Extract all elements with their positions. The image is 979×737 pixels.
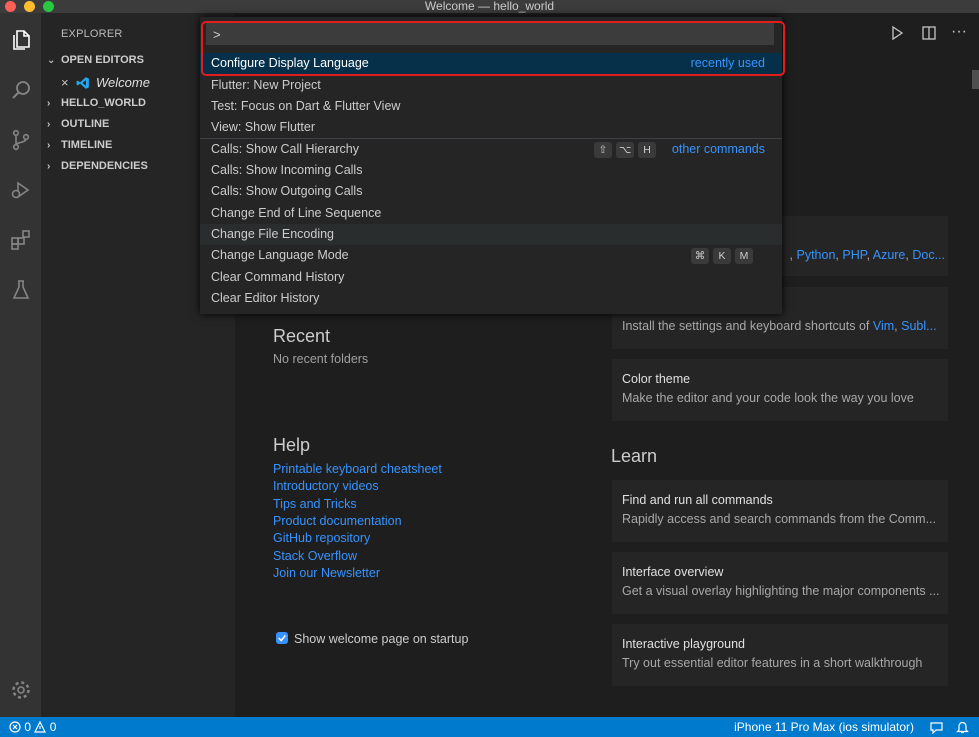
card-title: Interactive playground <box>622 637 745 651</box>
zoom-window-button[interactable] <box>43 1 54 12</box>
link-newsletter[interactable]: Join our Newsletter <box>273 566 380 580</box>
sidebar-title: EXPLORER <box>61 28 123 40</box>
chevron-right-icon: › <box>47 119 51 130</box>
link-azure[interactable]: Azure <box>873 248 906 262</box>
help-heading: Help <box>273 435 311 455</box>
testing-flask-icon[interactable] <box>0 270 41 310</box>
run-icon[interactable] <box>889 25 905 41</box>
color-theme-title: Color theme <box>622 372 691 386</box>
card-find-commands[interactable]: Find and run all commands Rapidly access… <box>612 480 948 542</box>
source-control-icon[interactable] <box>0 120 41 160</box>
card-interface-overview[interactable]: Interface overview Get a visual overlay … <box>612 552 948 614</box>
learn-heading: Learn <box>611 446 658 466</box>
startup-checkbox[interactable] <box>276 632 288 644</box>
palette-item[interactable]: Change Language Mode ⌘ K M <box>200 245 782 266</box>
palette-item[interactable]: View: Show Flutter <box>200 117 782 138</box>
minimize-window-button[interactable] <box>24 1 35 12</box>
run-debug-icon[interactable] <box>0 170 41 210</box>
chevron-right-icon: › <box>47 140 51 151</box>
link-sublime[interactable]: Subl... <box>901 319 936 333</box>
status-bar: 0 0 iPhone 11 Pro Max (ios simulator) <box>0 717 979 737</box>
card-desc: Get a visual overlay highlighting the ma… <box>622 584 940 598</box>
feedback-icon[interactable] <box>930 721 943 734</box>
palette-item[interactable]: Calls: Show Incoming Calls <box>200 160 782 181</box>
color-theme-desc: Make the editor and your code look the w… <box>622 391 914 405</box>
split-editor-icon[interactable] <box>921 25 937 41</box>
extensions-icon[interactable] <box>0 220 41 260</box>
device-selector[interactable]: iPhone 11 Pro Max (ios simulator) <box>734 717 914 737</box>
link-introductory-videos[interactable]: Introductory videos <box>273 479 379 493</box>
palette-item[interactable]: Test: Focus on Dart & Flutter View <box>200 96 782 117</box>
manage-gear-icon[interactable] <box>0 670 41 710</box>
chevron-down-icon: ⌄ <box>47 55 56 66</box>
keymaps-desc: Install the settings and keyboard shortc… <box>622 319 937 333</box>
card-title: Interface overview <box>622 565 724 579</box>
link-vim[interactable]: Vim <box>873 319 894 333</box>
palette-item[interactable]: Change File Encoding <box>200 224 782 245</box>
palette-item[interactable]: Calls: Show Outgoing Calls <box>200 181 782 202</box>
explorer-icon[interactable] <box>0 20 41 60</box>
warning-icon <box>34 720 47 733</box>
vscode-logo-icon <box>76 77 89 89</box>
link-stack-overflow[interactable]: Stack Overflow <box>273 549 357 563</box>
no-recent-folders: No recent folders <box>273 352 369 366</box>
card-interactive-playground[interactable]: Interactive playground Try out essential… <box>612 624 948 686</box>
startup-checkbox-label: Show welcome page on startup <box>294 632 469 646</box>
keybinding: ⇧ ⌥ H <box>590 139 656 160</box>
recent-heading: Recent <box>273 326 331 346</box>
window-title: Welcome — hello_world <box>424 0 555 13</box>
card-color-theme[interactable]: Color theme Make the editor and your cod… <box>612 359 948 421</box>
card-desc: Rapidly access and search commands from … <box>622 512 937 526</box>
editor-actions: ··· <box>869 13 979 53</box>
more-actions-icon[interactable]: ··· <box>951 24 967 41</box>
palette-item[interactable]: Flutter: New Project <box>200 75 782 96</box>
close-window-button[interactable] <box>5 1 16 12</box>
card-desc: Try out essential editor features in a s… <box>622 656 923 670</box>
link-tips-and-tricks[interactable]: Tips and Tricks <box>273 497 357 511</box>
problems-status[interactable]: 0 0 <box>9 717 56 737</box>
keybinding: ⌘ K M <box>687 245 753 266</box>
activity-bar <box>0 13 41 717</box>
chevron-right-icon: › <box>47 98 51 109</box>
link-product-documentation[interactable]: Product documentation <box>273 514 402 528</box>
title-bar: Welcome — hello_world <box>0 0 979 13</box>
link-github-repository[interactable]: GitHub repository <box>273 531 370 545</box>
link-docker[interactable]: Doc... <box>912 248 945 262</box>
card-title: Find and run all commands <box>622 493 773 507</box>
chevron-right-icon: › <box>47 161 51 172</box>
notifications-bell-icon[interactable] <box>956 720 969 734</box>
close-icon[interactable]: × <box>61 72 69 94</box>
error-icon <box>9 721 21 733</box>
link-php[interactable]: PHP <box>842 248 866 262</box>
palette-item[interactable]: Clear Editor History <box>200 288 782 309</box>
link-python[interactable]: Python <box>797 248 836 262</box>
palette-item[interactable]: Change End of Line Sequence <box>200 203 782 224</box>
search-icon[interactable] <box>0 70 41 110</box>
link-keyboard-cheatsheet[interactable]: Printable keyboard cheatsheet <box>273 462 442 476</box>
palette-item[interactable]: Clear Command History <box>200 267 782 288</box>
palette-scrollbar[interactable] <box>972 70 979 89</box>
highlight-box <box>201 21 785 76</box>
checkmark-icon <box>278 635 286 642</box>
other-commands-badge: other commands <box>671 142 765 156</box>
palette-item[interactable]: Calls: Show Call Hierarchy ⇧ ⌥ H other com… <box>200 139 782 160</box>
